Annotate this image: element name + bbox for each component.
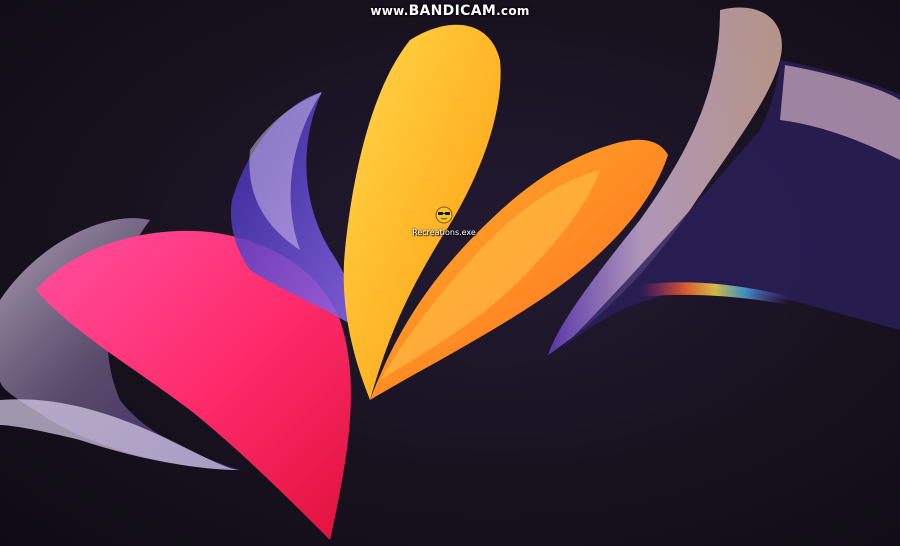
wallpaper-abstract-ribbons: [0, 7, 900, 540]
desktop-icon-recreations[interactable]: Recreations.exe: [412, 206, 476, 237]
watermark-brand: BANDICAM: [408, 3, 497, 19]
bandicam-watermark: www.BANDICAM.com: [0, 3, 900, 19]
desktop[interactable]: www.BANDICAM.com Recreations.exe: [0, 0, 900, 546]
desktop-icon-label: Recreations.exe: [412, 228, 476, 237]
sunglasses-face-icon: [435, 206, 453, 224]
watermark-prefix: www.: [370, 4, 409, 18]
watermark-suffix: .com: [496, 4, 530, 18]
